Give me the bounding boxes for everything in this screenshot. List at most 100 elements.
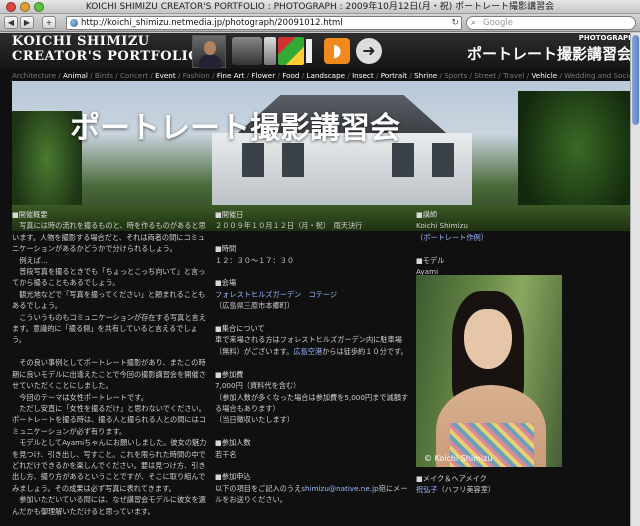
section-label: PHOTOGRAPH [578, 34, 634, 42]
gathering-text-post: からは徒歩約１０分です。 [322, 346, 408, 356]
makeup-artist: 祝弘子（ハフリ美容室） [416, 484, 626, 495]
overview-paragraph: モデルとしてAyamiちゃんにお願いしました。彼女の魅力を見つけ、引き出し、写す… [12, 438, 207, 493]
makeup-salon: （ハフリ美容室） [437, 485, 496, 495]
overview-paragraph: ただし安直に「女性を撮るだけ」と思わないでください。ポートレートを撮る時は、撮る… [12, 403, 206, 436]
gathering-text: 車で来場される方はフォレストヒルズガーデン内に駐車場（無料）がございます。広島空… [215, 334, 411, 357]
window-title: KOICHI SHIMIZU CREATOR'S PORTFOLIO : PHO… [85, 2, 555, 12]
overview-heading: ■開催概要 [12, 210, 48, 219]
makeup-section: ■メイク＆ヘアメイク 祝弘子（ハフリ美容室） [416, 473, 626, 496]
application-text: 以下の項目をご記入のうえshimizu@native.ne.jp宛にメールをお送… [215, 483, 411, 506]
photo-credit: © Koichi Shimizu [424, 454, 493, 463]
date-heading: ■開催日 [215, 210, 244, 219]
nav-item[interactable]: Architecture [12, 71, 56, 80]
capacity-value: 若干名 [215, 449, 237, 459]
application-heading: ■参加申込 [215, 472, 251, 482]
search-placeholder: Google [483, 18, 513, 28]
forward-arrow-icon: ▶ [23, 18, 31, 27]
date-value: ２００９年１０月１２日（月・祝） 雨天決行 [215, 221, 363, 231]
overview-paragraph: 写真には時の流れを撮るものと、時を作るものがあると思います。人物を撮影する場合だ… [12, 221, 206, 254]
url-text: http://koichi_shimizu.netmedia.jp/photog… [81, 18, 343, 28]
nav-item[interactable]: Wedding and Social [564, 71, 635, 80]
nav-item[interactable]: Street [474, 71, 496, 80]
overview-paragraph: 参加いただいている間には、なぜ講習会モデルに彼女を選んだかも御理解いただけると思… [12, 495, 206, 516]
banner-title: ポートレート撮影講習会 [70, 111, 400, 146]
fee-value: 7,000円（資料代を含む） [215, 381, 301, 391]
back-arrow-icon: ◀ [7, 18, 15, 27]
title-bar: KOICHI SHIMIZU CREATOR'S PORTFOLIO : PHO… [0, 0, 640, 14]
lens-icon[interactable] [264, 37, 276, 65]
site-logo-line1[interactable]: KOICHI SHIMIZU [12, 34, 150, 49]
author-portrait[interactable] [192, 35, 226, 69]
gathering-heading: ■集合について [215, 324, 265, 334]
nav-separator: / [87, 71, 95, 80]
nav-item[interactable]: Birds [95, 71, 113, 80]
pen-icon[interactable] [306, 39, 312, 63]
fee-note: （参加人数が多くなった場合は参加費を5,000円まで減額する場合もあります） [215, 392, 409, 413]
nav-item[interactable]: Sports [444, 71, 467, 80]
camera-icon[interactable] [232, 37, 262, 65]
email-link[interactable]: shimizu@native.ne.jp [301, 484, 378, 493]
close-window-icon[interactable] [6, 2, 16, 12]
site-header: KOICHI SHIMIZU CREATOR'S PORTFOLIO ◗ ➜ P… [0, 33, 640, 69]
nav-separator: / [175, 71, 183, 80]
time-value: １２：３０～１７：３０ [215, 255, 295, 265]
nav-separator: / [373, 71, 381, 80]
arrow-right-icon[interactable]: ➜ [356, 38, 382, 64]
add-bookmark-button[interactable]: + [42, 16, 56, 29]
category-nav: Architecture / Animal / Birds / Concert … [12, 71, 638, 80]
nav-item[interactable]: Animal [63, 71, 88, 80]
overview-paragraph: 普段写真を撮るときでも「ちょっとこっち向いて」と言ってから撮ることもあるでしょう… [12, 267, 206, 288]
instructor-name: Koichi Shimizu [416, 221, 468, 231]
nav-item[interactable]: Concert [120, 71, 148, 80]
staff-column: ■講師 Koichi Shimizu （ポートレート作例） ■モデル Ayami [416, 209, 626, 277]
address-bar[interactable]: http://koichi_shimizu.netmedia.jp/photog… [66, 16, 462, 30]
web-page: KOICHI SHIMIZU CREATOR'S PORTFOLIO ◗ ➜ P… [0, 33, 640, 526]
nav-item[interactable]: Fashion [183, 71, 210, 80]
nav-item[interactable]: Landscape [306, 71, 345, 80]
overview-paragraph: 例えば… [12, 255, 48, 265]
forward-button[interactable]: ▶ [20, 16, 34, 29]
nav-separator: / [345, 71, 353, 80]
nav-item[interactable]: Fine Art [217, 71, 245, 80]
rss-icon[interactable]: ◗ [324, 38, 350, 64]
portrait-examples-link[interactable]: （ポートレート作例） [416, 232, 626, 243]
nav-item[interactable]: Portrait [381, 71, 407, 80]
nav-item[interactable]: Vehicle [531, 71, 557, 80]
fee-heading: ■参加費 [215, 369, 244, 379]
venue-note: （広島県三原市本郷町） [215, 301, 295, 311]
nav-item[interactable]: Event [155, 71, 176, 80]
nav-separator: / [56, 71, 64, 80]
overview-column: ■開催概要 写真には時の流れを撮るものと、時を作るものがあると思います。人物を撮… [12, 209, 208, 517]
nav-item[interactable]: Insect [352, 71, 374, 80]
search-icon: ⌕ [471, 18, 477, 28]
airport-link[interactable]: 広島空港 [293, 347, 322, 356]
overview-paragraph [12, 346, 208, 357]
section-title: ポートレート撮影講習会 [466, 45, 632, 63]
event-details-column: ■開催日 ２００９年１０月１２日（月・祝） 雨天決行 ■時間 １２：３０～１７：… [215, 209, 411, 506]
site-logo-line2[interactable]: CREATOR'S PORTFOLIO [12, 49, 200, 64]
overview-paragraph: その良い事例としてポートレート撮影があり、またこの時期に良いモデルに出逢えたこと… [12, 358, 206, 391]
makeup-artist-link[interactable]: 祝弘子 [416, 485, 438, 494]
nav-item[interactable]: Food [282, 71, 299, 80]
minimize-window-icon[interactable] [20, 2, 30, 12]
search-field[interactable]: ⌕ Google [466, 16, 636, 30]
site-globe-icon [70, 19, 78, 27]
makeup-heading: ■メイク＆ヘアメイク [416, 474, 487, 483]
model-heading: ■モデル [416, 255, 445, 265]
time-heading: ■時間 [215, 244, 237, 254]
plus-icon: + [45, 18, 53, 27]
model-photo[interactable]: © Koichi Shimizu [416, 275, 562, 467]
reload-icon[interactable]: ↻ [451, 17, 459, 29]
vertical-scrollbar[interactable] [630, 33, 640, 526]
nav-item[interactable]: Flower [251, 71, 275, 80]
nav-item[interactable]: Shrine [414, 71, 437, 80]
venue-link[interactable]: フォレストヒルズガーデン コテージ [215, 289, 411, 300]
nav-item[interactable]: Travel [503, 71, 524, 80]
instructor-heading: ■講師 [416, 210, 438, 219]
zoom-window-icon[interactable] [34, 2, 44, 12]
palette-icon[interactable] [278, 37, 304, 65]
back-button[interactable]: ◀ [4, 16, 18, 29]
capacity-heading: ■参加人数 [215, 438, 251, 448]
scrollbar-thumb[interactable] [632, 35, 639, 125]
browser-window: KOICHI SHIMIZU CREATOR'S PORTFOLIO : PHO… [0, 0, 640, 526]
